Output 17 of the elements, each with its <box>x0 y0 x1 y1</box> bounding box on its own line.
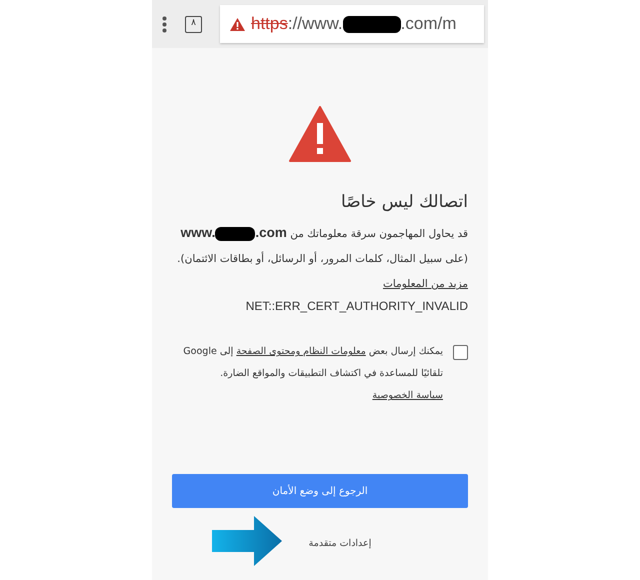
privacy-policy-link[interactable]: سياسة الخصوصية <box>372 390 443 402</box>
redaction-mark <box>215 226 256 241</box>
back-to-safety-button[interactable]: الرجوع إلى وضع الأمان <box>172 474 468 508</box>
advanced-link[interactable]: إعدادات متقدمة <box>308 536 372 552</box>
warning-icon <box>289 106 351 162</box>
tab-count-button[interactable]: ٨ <box>185 16 202 32</box>
report-checkbox[interactable] <box>453 345 468 360</box>
menu-icon[interactable] <box>162 16 167 32</box>
system-info-link[interactable]: معلومات النظام ومحتوى الصفحة <box>236 346 366 358</box>
page-title: اتصالك ليس خاصًا <box>340 192 468 212</box>
address-bar[interactable]: https://www. .com/m <box>220 5 484 43</box>
error-code: NET::ERR_CERT_AUTHORITY_INVALID <box>244 298 468 316</box>
arrow-icon <box>212 516 282 566</box>
more-info-link[interactable]: مزيد من المعلومات <box>382 278 468 290</box>
report-text: يمكنك إرسال بعض معلومات النظام ومحتوى الصفحة إلى Google تلقائيًا للمساعدة في اكتشاف التطبيقات والمواقع الضارة. سياسة الخصوصية <box>182 345 443 404</box>
redaction-mark <box>342 16 401 34</box>
url-text: https://www. .com/m <box>251 13 456 36</box>
